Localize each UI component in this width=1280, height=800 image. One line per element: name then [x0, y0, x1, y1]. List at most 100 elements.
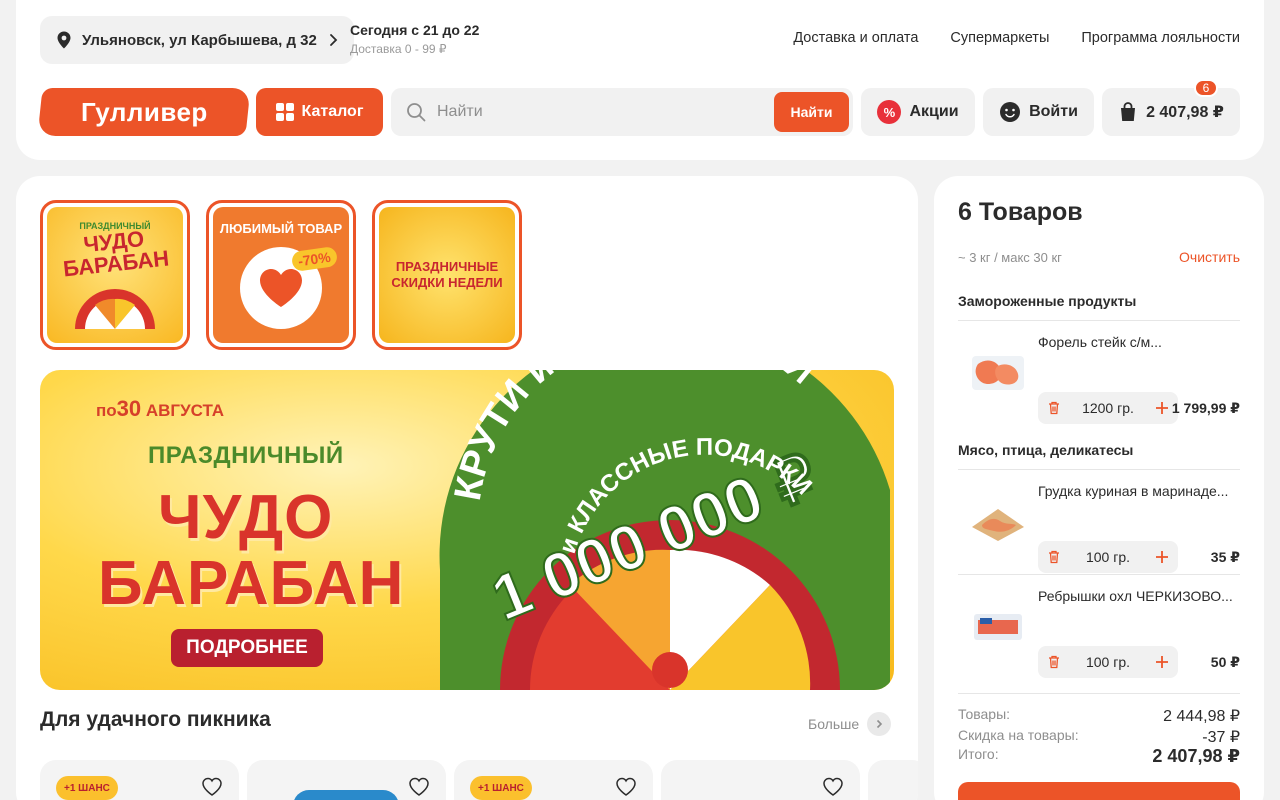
heart-icon	[260, 269, 302, 307]
banner-date-prefix: по	[96, 401, 117, 420]
banner-more-button[interactable]: ПОДРОБНЕЕ	[171, 629, 323, 667]
story-favorite[interactable]: ЛЮБИМЫЙ ТОВАР -70%	[206, 200, 356, 350]
plus-icon[interactable]	[1154, 549, 1170, 565]
story-week-discounts[interactable]: ПРАЗДНИЧНЫЕ СКИДКИ НЕДЕЛИ	[372, 200, 522, 350]
grid-icon	[275, 103, 294, 121]
product-image	[293, 790, 399, 800]
location-pin-icon	[57, 31, 71, 49]
favorite-heart-icon[interactable]	[408, 776, 430, 798]
product-image	[972, 509, 1024, 541]
address-selector[interactable]: Ульяновск, ул Карбышева, д 32	[40, 16, 354, 64]
cart-item-price: 1 799,99 ₽	[1171, 400, 1240, 416]
catalog-button[interactable]: Каталог	[256, 88, 383, 136]
promo-button[interactable]: % Акции	[861, 88, 975, 136]
banner-date-suffix: августа	[145, 401, 225, 420]
quantity-stepper: 100 гр.	[1038, 646, 1178, 678]
product-card[interactable]	[247, 760, 446, 800]
totals-goods: Товары: 2 444,98 ₽	[958, 706, 1240, 726]
favorite-heart-icon[interactable]	[615, 776, 637, 798]
story-favorite-title: ЛЮБИМЫЙ ТОВАР	[219, 221, 343, 236]
catalog-label: Каталог	[301, 103, 364, 120]
product-card[interactable]	[661, 760, 860, 800]
trash-icon[interactable]	[1046, 654, 1062, 670]
search-bar: Найти	[391, 88, 853, 136]
discount-value: -37 ₽	[1202, 729, 1240, 746]
story-wheel-title: ЧУДО БАРАБАН	[61, 225, 171, 282]
cart-panel: 6 Товаров ~ 3 кг / макс 30 кг Очистить З…	[934, 176, 1264, 800]
wheel-icon	[75, 289, 155, 329]
product-card[interactable]	[868, 760, 918, 800]
banner-date-num: 30	[116, 396, 142, 421]
search-icon	[407, 103, 426, 122]
chevron-right-icon	[330, 34, 338, 46]
totals-discount: Скидка на товары: -37 ₽	[958, 727, 1240, 747]
logo[interactable]: Гулливер	[37, 88, 251, 136]
nav-supermarkets-link[interactable]: Супермаркеты	[950, 30, 1049, 46]
arrow-right-icon	[867, 712, 892, 736]
cart-weight: ~ 3 кг / макс 30 кг	[958, 250, 1062, 265]
cart-item: Грудка куриная в маринаде... 100 гр. 35 …	[958, 469, 1240, 573]
product-image	[972, 356, 1024, 390]
login-button[interactable]: Войти	[983, 88, 1094, 136]
cart-item-price: 50 ₽	[1210, 654, 1240, 670]
delivery-info: Сегодня с 21 до 22 Доставка 0 - 99 ₽	[350, 22, 479, 56]
plus-icon[interactable]	[1154, 400, 1170, 416]
user-smile-icon	[1000, 102, 1021, 122]
delivery-cost: Доставка 0 - 99 ₽	[350, 42, 447, 56]
favorite-heart-icon[interactable]	[201, 776, 223, 798]
promo-banner[interactable]: по30 августа ПРАЗДНИЧНЫЙ ЧУДО БАРАБАН ПО…	[40, 370, 894, 690]
story-wheel-image: ПРАЗДНИЧНЫЙ ЧУДО БАРАБАН	[47, 207, 183, 343]
address-text: Ульяновск, ул Карбышева, д 32	[82, 31, 317, 49]
divider	[958, 693, 1240, 694]
total-label: Итого:	[958, 746, 999, 762]
trash-icon[interactable]	[1046, 549, 1062, 565]
quantity-value: 100 гр.	[1085, 654, 1131, 670]
search-button[interactable]: Найти	[774, 92, 849, 132]
chance-badge: +1 ШАНС	[56, 776, 118, 800]
section-more-link[interactable]: Больше	[808, 712, 892, 736]
banner-title-1: ЧУДО	[158, 483, 334, 552]
discount-label: Скидка на товары:	[958, 727, 1079, 743]
story-week-title: ПРАЗДНИЧНЫЕ СКИДКИ НЕДЕЛИ	[391, 259, 503, 290]
shopping-bag-icon	[1121, 102, 1136, 121]
story-wheel[interactable]: ПРАЗДНИЧНЫЙ ЧУДО БАРАБАН	[40, 200, 190, 350]
wheel-graphic: КРУТИ и ВЫИГРЫВАЙ 1 000 000 ₽ и КЛАССНЫЕ…	[439, 370, 890, 690]
nav-loyalty-link[interactable]: Программа лояльности	[1081, 30, 1240, 46]
cart-category-frozen: Замороженные продукты	[958, 293, 1137, 309]
cart-item-name: Ребрышки охл ЧЕРКИЗОВО...	[1038, 588, 1233, 604]
cart-total: 2 407,98 ₽	[1146, 104, 1224, 121]
product-image	[974, 614, 1022, 640]
cart-item-name: Форель стейк с/м...	[1038, 334, 1162, 350]
trash-icon[interactable]	[1046, 400, 1062, 416]
cart-category-meat: Мясо, птица, деликатесы	[958, 442, 1134, 458]
quantity-value: 1200 гр.	[1082, 400, 1134, 416]
cart-button[interactable]: 2 407,98 ₽	[1102, 88, 1240, 136]
favorite-heart-icon[interactable]	[822, 776, 844, 798]
section-more-label: Больше	[808, 716, 860, 732]
cart-item: Ребрышки охл ЧЕРКИЗОВО... 100 гр. 50 ₽	[958, 574, 1240, 678]
nav-delivery-link[interactable]: Доставка и оплата	[793, 30, 918, 46]
checkout-button[interactable]	[958, 782, 1240, 800]
plus-icon[interactable]	[1154, 654, 1170, 670]
product-card[interactable]: +1 ШАНС	[454, 760, 653, 800]
story-favorite-image: ЛЮБИМЫЙ ТОВАР -70%	[213, 207, 349, 343]
site-header: Ульяновск, ул Карбышева, д 32 Сегодня с …	[16, 0, 1264, 160]
main-content: ПРАЗДНИЧНЫЙ ЧУДО БАРАБАН ЛЮБИМЫЙ ТОВАР -…	[16, 176, 918, 800]
promo-label: Акции	[909, 103, 959, 120]
quantity-stepper: 100 гр.	[1038, 541, 1178, 573]
cart-item: Форель стейк с/м... 1200 гр. 1 799,99 ₽	[958, 320, 1240, 424]
cart-item-name: Грудка куриная в маринаде...	[1038, 483, 1229, 499]
delivery-time: Сегодня с 21 до 22	[350, 22, 480, 38]
cart-item-price: 35 ₽	[1210, 549, 1240, 565]
story-week-image: ПРАЗДНИЧНЫЕ СКИДКИ НЕДЕЛИ	[379, 207, 515, 343]
cart-clear-button[interactable]: Очистить	[1179, 249, 1240, 265]
login-label: Войти	[1029, 103, 1078, 120]
quantity-value: 100 гр.	[1085, 549, 1131, 565]
product-card[interactable]: +1 ШАНС	[40, 760, 239, 800]
banner-date: по30 августа	[96, 396, 224, 422]
total-value: 2 407,98 ₽	[1152, 746, 1240, 766]
banner-pretitle: ПРАЗДНИЧНЫЙ	[148, 442, 344, 469]
cart-title: 6 Товаров	[958, 198, 1083, 226]
chance-badge: +1 ШАНС	[470, 776, 532, 800]
percent-icon: %	[877, 100, 902, 124]
